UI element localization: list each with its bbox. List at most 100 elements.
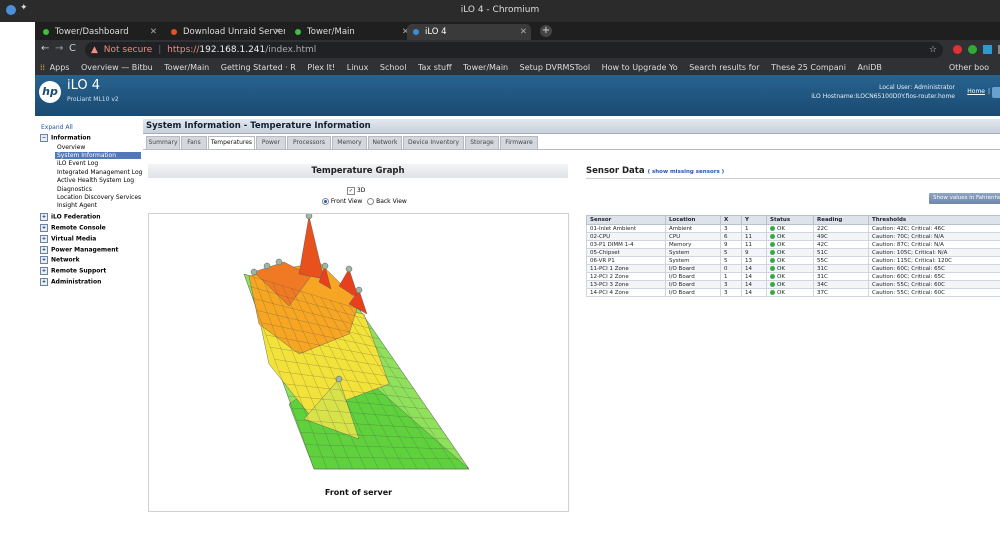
forward-icon[interactable]: →	[55, 43, 63, 54]
bookmark-item[interactable]: How to Upgrade Yo	[602, 63, 678, 72]
checkbox-3d[interactable]: ✓ 3D	[347, 187, 365, 195]
bookmark-item[interactable]: Getting Started · R	[221, 63, 296, 72]
column-header[interactable]: X	[720, 215, 742, 225]
bookmark-star-icon[interactable]: ☆	[929, 42, 937, 58]
bookmark-folder[interactable]: School	[380, 63, 407, 72]
back-icon[interactable]: ←	[41, 43, 49, 54]
table-cell: 37C	[813, 288, 869, 297]
tab-network[interactable]: Network	[368, 136, 402, 149]
tab-storage[interactable]: Storage	[465, 136, 499, 149]
expand-icon[interactable]: +	[40, 213, 48, 221]
show-missing-sensors-link[interactable]: ( show missing sensors )	[648, 169, 725, 175]
tree-item-active-health-system-log[interactable]: Active Health System Log	[57, 177, 134, 184]
bookmark-item[interactable]: Search results for	[689, 63, 759, 72]
sensor-marker[interactable]	[335, 375, 343, 383]
column-header[interactable]: Reading	[813, 215, 869, 225]
table-cell: 31C	[813, 264, 869, 273]
tree-item-system-information[interactable]: System Information	[55, 152, 141, 159]
expand-all-link[interactable]: Expand All	[41, 124, 73, 131]
refresh-button[interactable]	[992, 87, 1000, 98]
bookmark-item[interactable]: Setup DVRMSTool	[520, 63, 590, 72]
sensor-marker[interactable]	[250, 268, 258, 276]
tree-item-diagnostics[interactable]: Diagnostics	[57, 186, 92, 193]
other-bookmarks[interactable]: Other boo	[944, 60, 989, 75]
expand-icon[interactable]: +	[40, 235, 48, 243]
tab-close-icon[interactable]: ✕	[520, 24, 527, 40]
tree-section-remote-support[interactable]: + Remote Support	[40, 267, 106, 275]
sensor-marker[interactable]	[305, 214, 313, 220]
bookmark-folder[interactable]: Tax stuff	[418, 63, 452, 72]
tree-item-insight-agent[interactable]: Insight Agent	[57, 202, 97, 209]
fahrenheit-button[interactable]: Show values in Fahrenheit	[929, 193, 1000, 204]
tree-section-information[interactable]: − Information	[40, 134, 91, 142]
expand-icon[interactable]: +	[40, 246, 48, 254]
tab-fans[interactable]: Fans	[181, 136, 207, 149]
expand-icon[interactable]: +	[40, 278, 48, 286]
tree-section-remote-console[interactable]: + Remote Console	[40, 224, 106, 232]
tree-section-network[interactable]: + Network	[40, 256, 80, 264]
browser-tab[interactable]: Download Unraid Server OS✕	[165, 24, 285, 40]
apps-icon[interactable]: ⁞⁞	[40, 63, 45, 72]
sensor-marker[interactable]	[275, 258, 283, 266]
tab-processors[interactable]: Processors	[287, 136, 331, 149]
expand-icon[interactable]: +	[40, 267, 48, 275]
new-tab-button[interactable]: +	[540, 25, 552, 37]
bookmark-item[interactable]: Overview — Bitbu	[81, 63, 153, 72]
browser-tab-active[interactable]: iLO 4 ✕	[407, 24, 531, 40]
bookmark-item[interactable]: Tower/Main	[463, 63, 508, 72]
checkbox-checked-icon[interactable]: ✓	[347, 187, 355, 195]
table-cell: 22C	[813, 224, 869, 233]
status-ok-icon	[770, 273, 775, 279]
bookmark-item[interactable]: Plex It!	[307, 63, 335, 72]
sensor-marker[interactable]	[355, 286, 363, 294]
column-header[interactable]: Sensor	[586, 215, 666, 225]
sensor-marker[interactable]	[345, 265, 353, 273]
tab-summary[interactable]: Summary	[146, 136, 180, 149]
bookmark-item[interactable]: These 25 Compani	[771, 63, 846, 72]
extension-icon[interactable]	[953, 45, 962, 54]
table-cell: OK	[766, 264, 814, 273]
tab-device-inventory[interactable]: Device Inventory	[403, 136, 464, 149]
extension-icon[interactable]	[983, 45, 992, 54]
tree-section-ilo-federation[interactable]: + iLO Federation	[40, 213, 100, 221]
column-header[interactable]: Location	[665, 215, 721, 225]
temperature-graph-header: Temperature Graph	[148, 164, 568, 178]
sensor-marker[interactable]	[263, 262, 271, 270]
radio-selected-icon[interactable]	[322, 198, 329, 205]
tree-item-location-discovery-services[interactable]: Location Discovery Services	[57, 194, 141, 201]
tree-item-overview[interactable]: Overview	[57, 144, 85, 151]
security-label[interactable]: Not secure	[104, 45, 153, 55]
home-link[interactable]: Home	[967, 88, 985, 95]
tab-close-icon[interactable]: ✕	[274, 24, 281, 40]
sensor-marker[interactable]	[321, 262, 329, 270]
address-bar[interactable]: ▲ Not secure | https://192.168.1.241/ind…	[85, 42, 943, 58]
browser-tab[interactable]: Tower/Dashboard ✕	[37, 24, 161, 40]
browser-tab[interactable]: Tower/Main ✕	[289, 24, 413, 40]
expand-icon[interactable]: +	[40, 224, 48, 232]
radio-unselected-icon[interactable]	[367, 198, 375, 205]
extension-icon[interactable]	[968, 45, 977, 54]
expand-icon[interactable]: +	[40, 256, 48, 264]
column-header[interactable]: Thresholds	[868, 215, 1000, 225]
reload-icon[interactable]: C	[69, 43, 76, 54]
tab-power[interactable]: Power	[256, 136, 286, 149]
bookmark-item[interactable]: Apps	[50, 63, 70, 72]
radio-back-view[interactable]: Back View	[367, 198, 407, 205]
tree-item-ilo-event-log[interactable]: iLO Event Log	[57, 160, 98, 167]
tree-item-integrated-management-log[interactable]: Integrated Management Log	[57, 169, 142, 176]
bookmark-item[interactable]: AniDB	[857, 63, 881, 72]
column-header[interactable]: Y	[741, 215, 767, 225]
tree-section-virtual-media[interactable]: + Virtual Media	[40, 235, 96, 243]
tree-section-administration[interactable]: + Administration	[40, 278, 101, 286]
tab-temperatures[interactable]: Temperatures	[208, 136, 255, 150]
warning-icon[interactable]: ▲	[91, 45, 98, 55]
bookmark-item[interactable]: Tower/Main	[164, 63, 209, 72]
column-header[interactable]: Status	[766, 215, 814, 225]
tab-firmware[interactable]: Firmware	[500, 136, 538, 149]
tab-close-icon[interactable]: ✕	[150, 24, 157, 40]
bookmark-folder[interactable]: Linux	[347, 63, 369, 72]
radio-front-view[interactable]: Front View	[322, 198, 362, 205]
tab-memory[interactable]: Memory	[332, 136, 367, 149]
tree-section-power-management[interactable]: + Power Management	[40, 246, 118, 254]
collapse-icon[interactable]: −	[40, 134, 48, 142]
